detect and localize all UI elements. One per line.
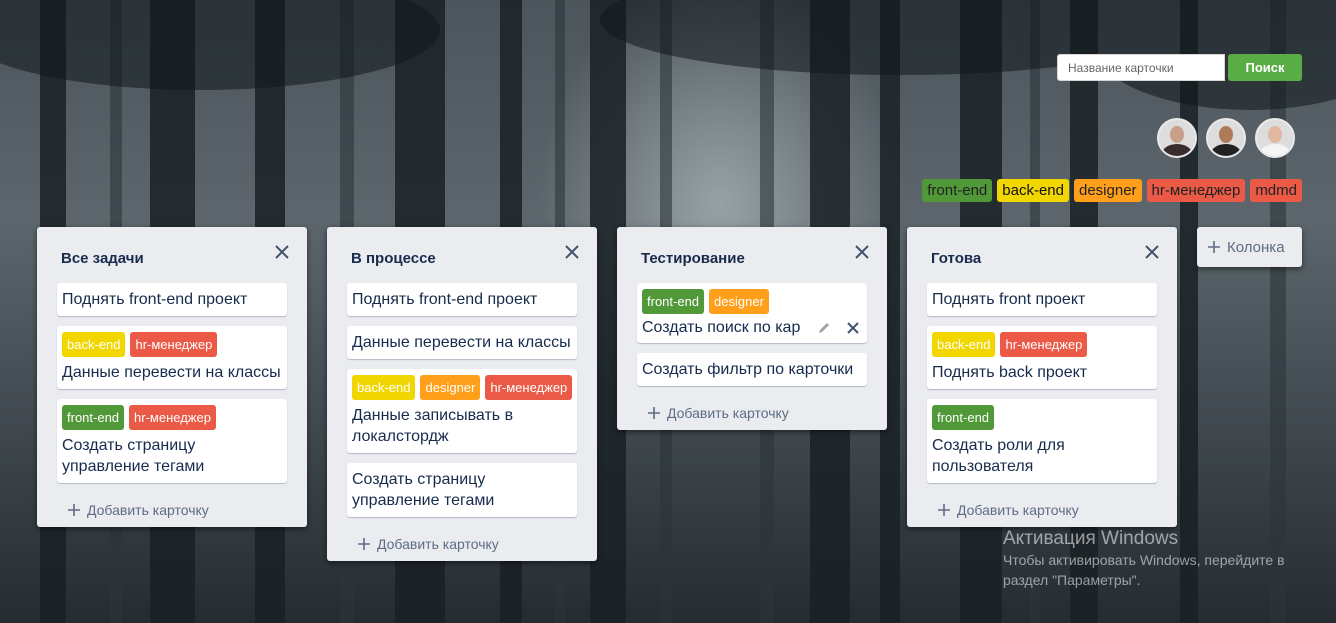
- column-header: Тестирование: [637, 227, 869, 283]
- card[interactable]: Создать страницу управление тегами: [347, 463, 577, 517]
- avatar-head: [1268, 126, 1282, 143]
- card-edit-input[interactable]: Создать поиск по кар: [642, 319, 802, 337]
- avatar-body: [1211, 144, 1241, 156]
- plus-icon: [68, 504, 80, 516]
- card-labels: front-end hr-менеджер: [62, 405, 282, 430]
- activation-subtitle: Чтобы активировать Windows, перейдите в …: [1003, 552, 1285, 588]
- close-column-icon[interactable]: [853, 243, 871, 261]
- column-header: Все задачи: [57, 227, 289, 283]
- card-label: front-end: [932, 405, 995, 430]
- card-labels: front-end designer: [642, 289, 862, 314]
- avatar[interactable]: [1255, 118, 1295, 158]
- card[interactable]: Поднять front проект: [927, 283, 1157, 316]
- avatar-head: [1170, 126, 1184, 143]
- add-card-label: Добавить карточку: [957, 502, 1079, 518]
- card-title: Данные записывать в локалстордж: [352, 407, 514, 445]
- card-label: designer: [420, 375, 481, 400]
- card-labels: back-end hr-менеджер: [932, 332, 1152, 357]
- card[interactable]: back-end hr-менеджер Данные перевести на к…: [57, 326, 287, 389]
- label-tag[interactable]: back-end: [997, 179, 1069, 202]
- card-labels: back-end hr-менеджер: [62, 332, 282, 357]
- card-label: hr-менеджер: [485, 375, 573, 400]
- card-label: back-end: [932, 332, 996, 357]
- plus-icon: [1208, 241, 1220, 253]
- card-label: hr-менеджер: [129, 405, 216, 430]
- card-label: back-end: [352, 375, 416, 400]
- card-labels: front-end: [932, 405, 1152, 430]
- card-label: hr-менеджер: [130, 332, 218, 357]
- add-column-button[interactable]: Колонка: [1197, 227, 1302, 267]
- card-title: Создать роли для пользователя: [932, 437, 1065, 475]
- card[interactable]: front-end designer Создать поиск по кар: [637, 283, 867, 343]
- close-column-icon[interactable]: [1143, 243, 1161, 261]
- plus-icon: [358, 538, 370, 550]
- card-label: back-end: [62, 332, 126, 357]
- card[interactable]: front-end hr-менеджер Создать страницу упр…: [57, 399, 287, 483]
- card-title: Поднять back проект: [932, 364, 1088, 381]
- card-title: Данные перевести на классы: [352, 334, 571, 351]
- close-column-icon[interactable]: [273, 243, 291, 261]
- avatar-body: [1162, 144, 1192, 156]
- card-title: Данные перевести на классы: [62, 364, 281, 381]
- column-header: В процессе: [347, 227, 579, 283]
- add-card-label: Добавить карточку: [377, 536, 499, 552]
- search-input[interactable]: [1057, 54, 1225, 81]
- card-label: front-end: [62, 405, 125, 430]
- column-title: Все задачи: [61, 250, 144, 267]
- card[interactable]: Поднять front-end проект: [347, 283, 577, 316]
- search-bar: Поиск: [1057, 54, 1302, 81]
- card-edit-row: Создать поиск по кар: [642, 319, 862, 337]
- column: Все задачи Поднять front-end проект back-e…: [37, 227, 307, 527]
- add-card-label: Добавить карточку: [87, 502, 209, 518]
- card-title: Создать страницу управление тегами: [352, 471, 495, 509]
- column-title: Готова: [931, 250, 982, 267]
- card[interactable]: back-end hr-менеджер Поднять back проект: [927, 326, 1157, 389]
- column: В процессе Поднять front-end проект Данные…: [327, 227, 597, 561]
- column-title: Тестирование: [641, 250, 745, 267]
- card[interactable]: back-end designer hr-менеджер Данные записы…: [347, 369, 577, 453]
- close-column-icon[interactable]: [563, 243, 581, 261]
- search-button[interactable]: Поиск: [1228, 54, 1302, 81]
- plus-icon: [648, 407, 660, 419]
- card-title: Создать страницу управление тегами: [62, 437, 205, 475]
- add-card-label: Добавить карточку: [667, 405, 789, 421]
- edit-pencil-icon[interactable]: [816, 320, 832, 336]
- label-tag[interactable]: mdmd: [1250, 179, 1302, 202]
- column-header: Готова: [927, 227, 1159, 283]
- card[interactable]: Данные перевести на классы: [347, 326, 577, 359]
- column: Тестирование front-end designer Создать пои…: [617, 227, 887, 430]
- avatar-head: [1219, 126, 1233, 143]
- card-title: Поднять front-end проект: [352, 291, 538, 308]
- avatar[interactable]: [1157, 118, 1197, 158]
- add-card-button[interactable]: Добавить карточку: [347, 527, 577, 561]
- label-tag[interactable]: front-end: [922, 179, 993, 202]
- card-labels: back-end designer hr-менеджер: [352, 375, 573, 400]
- add-column-label: Колонка: [1227, 238, 1285, 256]
- card-title: Создать фильтр по карточки: [642, 361, 854, 378]
- label-tag[interactable]: designer: [1074, 179, 1142, 202]
- add-card-button[interactable]: Добавить карточку: [637, 396, 867, 430]
- card[interactable]: Создать фильтр по карточки: [637, 353, 867, 386]
- card-title: Поднять front проект: [932, 291, 1086, 308]
- card-label: front-end: [642, 289, 705, 314]
- windows-activation-watermark: Активация Windows Чтобы активировать Win…: [1003, 528, 1323, 590]
- card[interactable]: front-end Создать роли для пользователя: [927, 399, 1157, 483]
- plus-icon: [938, 504, 950, 516]
- column-title: В процессе: [351, 250, 436, 267]
- avatar[interactable]: [1206, 118, 1246, 158]
- delete-card-icon[interactable]: [846, 321, 860, 335]
- card-label: designer: [709, 289, 769, 314]
- label-filter-list: front-end back-end designer hr-менеджер mdmd: [922, 179, 1302, 202]
- add-card-button[interactable]: Добавить карточку: [57, 493, 287, 527]
- column: Готова Поднять front проект back-end hr-мен…: [907, 227, 1177, 527]
- user-avatars: [1157, 118, 1295, 158]
- activation-title: Активация Windows: [1003, 528, 1179, 549]
- avatar-body: [1260, 144, 1290, 156]
- card-label: hr-менеджер: [1000, 332, 1088, 357]
- label-tag[interactable]: hr-менеджер: [1146, 179, 1246, 202]
- card[interactable]: Поднять front-end проект: [57, 283, 287, 316]
- add-card-button[interactable]: Добавить карточку: [927, 493, 1157, 527]
- card-title: Поднять front-end проект: [62, 291, 248, 308]
